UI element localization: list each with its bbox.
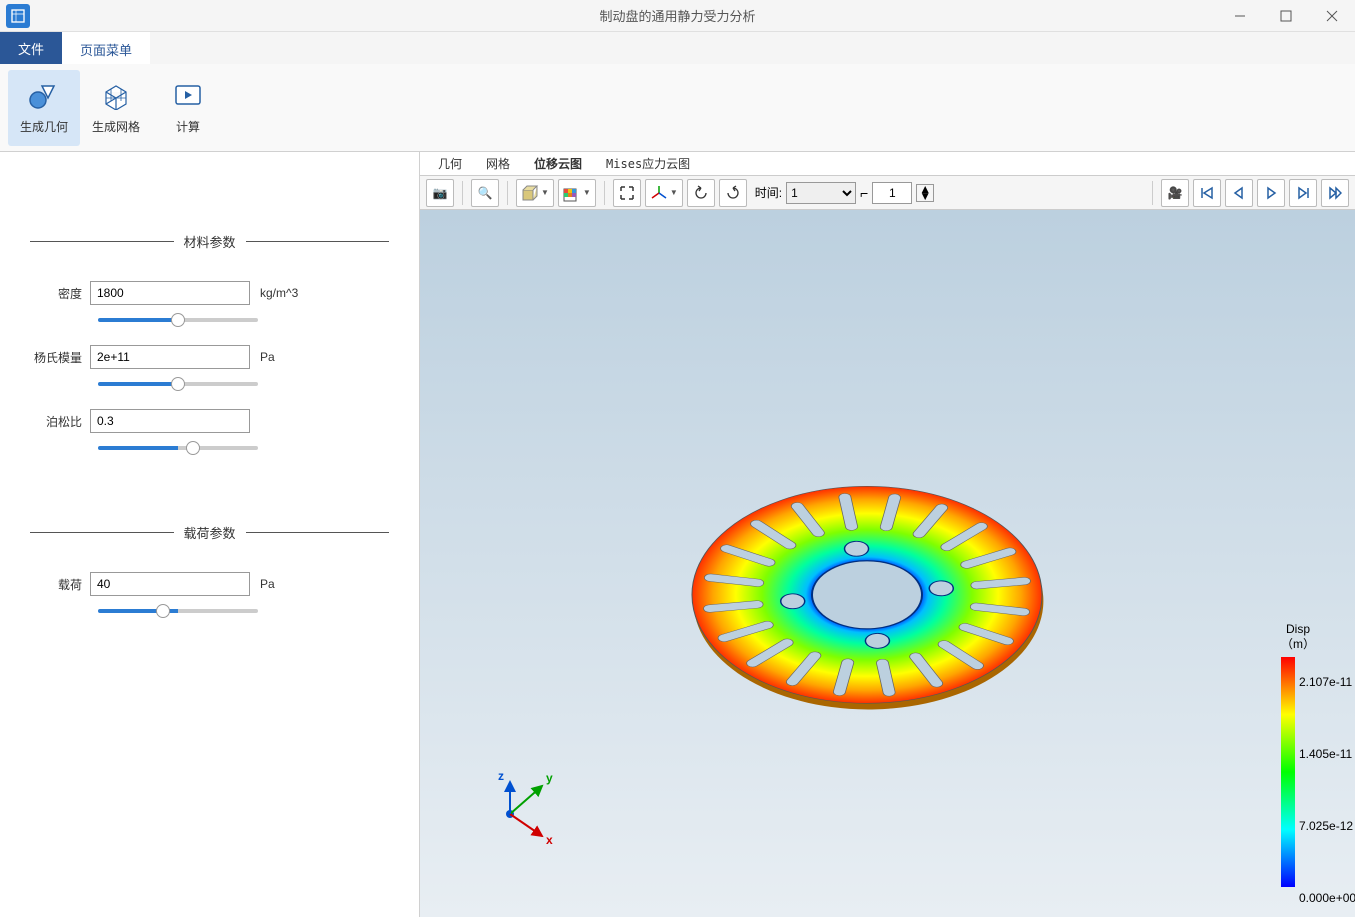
camera-icon: 📷 bbox=[433, 186, 448, 200]
youngs-label: 杨氏模量 bbox=[30, 349, 90, 366]
legend-tick-max: 2.107e-11 bbox=[1299, 675, 1355, 689]
generate-geometry-button[interactable]: 生成几何 bbox=[8, 70, 80, 146]
load-label: 载荷 bbox=[30, 576, 90, 593]
density-unit: kg/m^3 bbox=[250, 286, 298, 300]
zoom-reset-button[interactable]: 🔍 bbox=[471, 179, 499, 207]
selection-mode-button[interactable]: ▼ bbox=[516, 179, 554, 207]
sidebar: 材料参数 密度 kg/m^3 杨氏模量 Pa 泊松比 载荷参数 载荷 Pa bbox=[0, 152, 420, 917]
play-button[interactable] bbox=[1257, 179, 1285, 207]
geometry-icon bbox=[28, 80, 60, 112]
cube-select-icon bbox=[521, 184, 539, 202]
time-selector: 时间: 1 ⌐ ▲▼ bbox=[755, 182, 934, 204]
density-label: 密度 bbox=[30, 285, 90, 302]
ribbon: 生成几何 生成网格 计算 bbox=[0, 64, 1355, 152]
maximize-button[interactable] bbox=[1263, 0, 1309, 32]
step-back-icon bbox=[1232, 186, 1246, 200]
time-dropdown[interactable]: 1 bbox=[786, 182, 856, 204]
angle-icon: ⌐ bbox=[860, 185, 868, 201]
color-legend: Disp （m） 2.107e-11 1.405e-11 7.025e-12 0… bbox=[1281, 622, 1315, 887]
rotate-ccw-button[interactable] bbox=[687, 179, 715, 207]
youngs-slider[interactable] bbox=[98, 382, 258, 386]
youngs-unit: Pa bbox=[250, 350, 275, 364]
density-input[interactable] bbox=[90, 281, 250, 305]
step-back-button[interactable] bbox=[1225, 179, 1253, 207]
mesh-icon bbox=[100, 80, 132, 112]
xyz-axis-icon bbox=[650, 184, 668, 202]
viewer-tabs: 几何 网格 位移云图 Mises应力云图 bbox=[420, 152, 1355, 176]
svg-text:x: x bbox=[546, 833, 553, 847]
load-section-header: 载荷参数 bbox=[30, 523, 389, 542]
tab-displacement[interactable]: 位移云图 bbox=[528, 153, 588, 174]
page-menu-tab[interactable]: 页面菜单 bbox=[62, 32, 150, 64]
close-button[interactable] bbox=[1309, 0, 1355, 32]
compute-icon bbox=[172, 80, 204, 112]
zoom-extents-button[interactable] bbox=[613, 179, 641, 207]
file-tab[interactable]: 文件 bbox=[0, 32, 62, 64]
viewer: 几何 网格 位移云图 Mises应力云图 📷 🔍 ▼ ▼ ▼ 时间: 1 ⌐ ▲… bbox=[420, 152, 1355, 917]
step-forward-icon bbox=[1296, 186, 1310, 200]
stepper-icon: ▲▼ bbox=[916, 184, 934, 202]
load-slider[interactable] bbox=[98, 609, 258, 613]
step-forward-button[interactable] bbox=[1289, 179, 1317, 207]
compute-button[interactable]: 计算 bbox=[152, 70, 224, 146]
canvas-3d-view[interactable]: y x z Disp （m） 2.107e-11 1.405e-11 bbox=[420, 210, 1355, 917]
render-mode-button[interactable]: ▼ bbox=[558, 179, 596, 207]
rotate-ccw-icon bbox=[693, 185, 709, 201]
legend-title-2: （m） bbox=[1281, 637, 1315, 653]
tab-mises[interactable]: Mises应力云图 bbox=[600, 153, 696, 174]
rubik-icon bbox=[563, 184, 581, 202]
time-label: 时间: bbox=[755, 184, 782, 201]
window-title: 制动盘的通用静力受力分析 bbox=[599, 6, 755, 25]
density-slider[interactable] bbox=[98, 318, 258, 322]
axis-orient-button[interactable]: ▼ bbox=[645, 179, 683, 207]
app-icon bbox=[6, 4, 30, 28]
youngs-input[interactable] bbox=[90, 345, 250, 369]
tab-geometry[interactable]: 几何 bbox=[432, 153, 468, 174]
record-button[interactable]: 🎥 bbox=[1161, 179, 1189, 207]
brake-disc-model bbox=[657, 434, 1077, 757]
legend-tick-2: 7.025e-12 bbox=[1299, 819, 1355, 833]
load-input[interactable] bbox=[90, 572, 250, 596]
rotate-cw-icon bbox=[725, 185, 741, 201]
frame-input[interactable] bbox=[872, 182, 912, 204]
axis-triad: y x z bbox=[480, 764, 570, 857]
skip-start-button[interactable] bbox=[1193, 179, 1221, 207]
play-icon bbox=[1264, 186, 1278, 200]
magnifier-icon: 🔍 bbox=[478, 186, 493, 200]
poisson-slider[interactable] bbox=[98, 446, 258, 450]
poisson-input[interactable] bbox=[90, 409, 250, 433]
viewer-toolbar: 📷 🔍 ▼ ▼ ▼ 时间: 1 ⌐ ▲▼ 🎥 bbox=[420, 176, 1355, 210]
legend-tick-min: 0.000e+00 bbox=[1299, 891, 1355, 905]
rotate-cw-button[interactable] bbox=[719, 179, 747, 207]
svg-text:z: z bbox=[498, 769, 504, 783]
poisson-label: 泊松比 bbox=[30, 413, 90, 430]
video-icon: 🎥 bbox=[1168, 186, 1183, 200]
tab-mesh[interactable]: 网格 bbox=[480, 153, 516, 174]
skip-end-button[interactable] bbox=[1321, 179, 1349, 207]
titlebar: 制动盘的通用静力受力分析 bbox=[0, 0, 1355, 32]
arrows-out-icon bbox=[619, 185, 635, 201]
snapshot-button[interactable]: 📷 bbox=[426, 179, 454, 207]
load-unit: Pa bbox=[250, 577, 275, 591]
menubar: 文件 页面菜单 bbox=[0, 32, 1355, 64]
svg-text:y: y bbox=[546, 771, 553, 785]
legend-tick-1: 1.405e-11 bbox=[1299, 747, 1355, 761]
legend-title-1: Disp bbox=[1281, 622, 1315, 638]
generate-mesh-button[interactable]: 生成网格 bbox=[80, 70, 152, 146]
material-section-header: 材料参数 bbox=[30, 232, 389, 251]
skip-end-icon bbox=[1328, 186, 1342, 200]
minimize-button[interactable] bbox=[1217, 0, 1263, 32]
skip-start-icon bbox=[1200, 186, 1214, 200]
